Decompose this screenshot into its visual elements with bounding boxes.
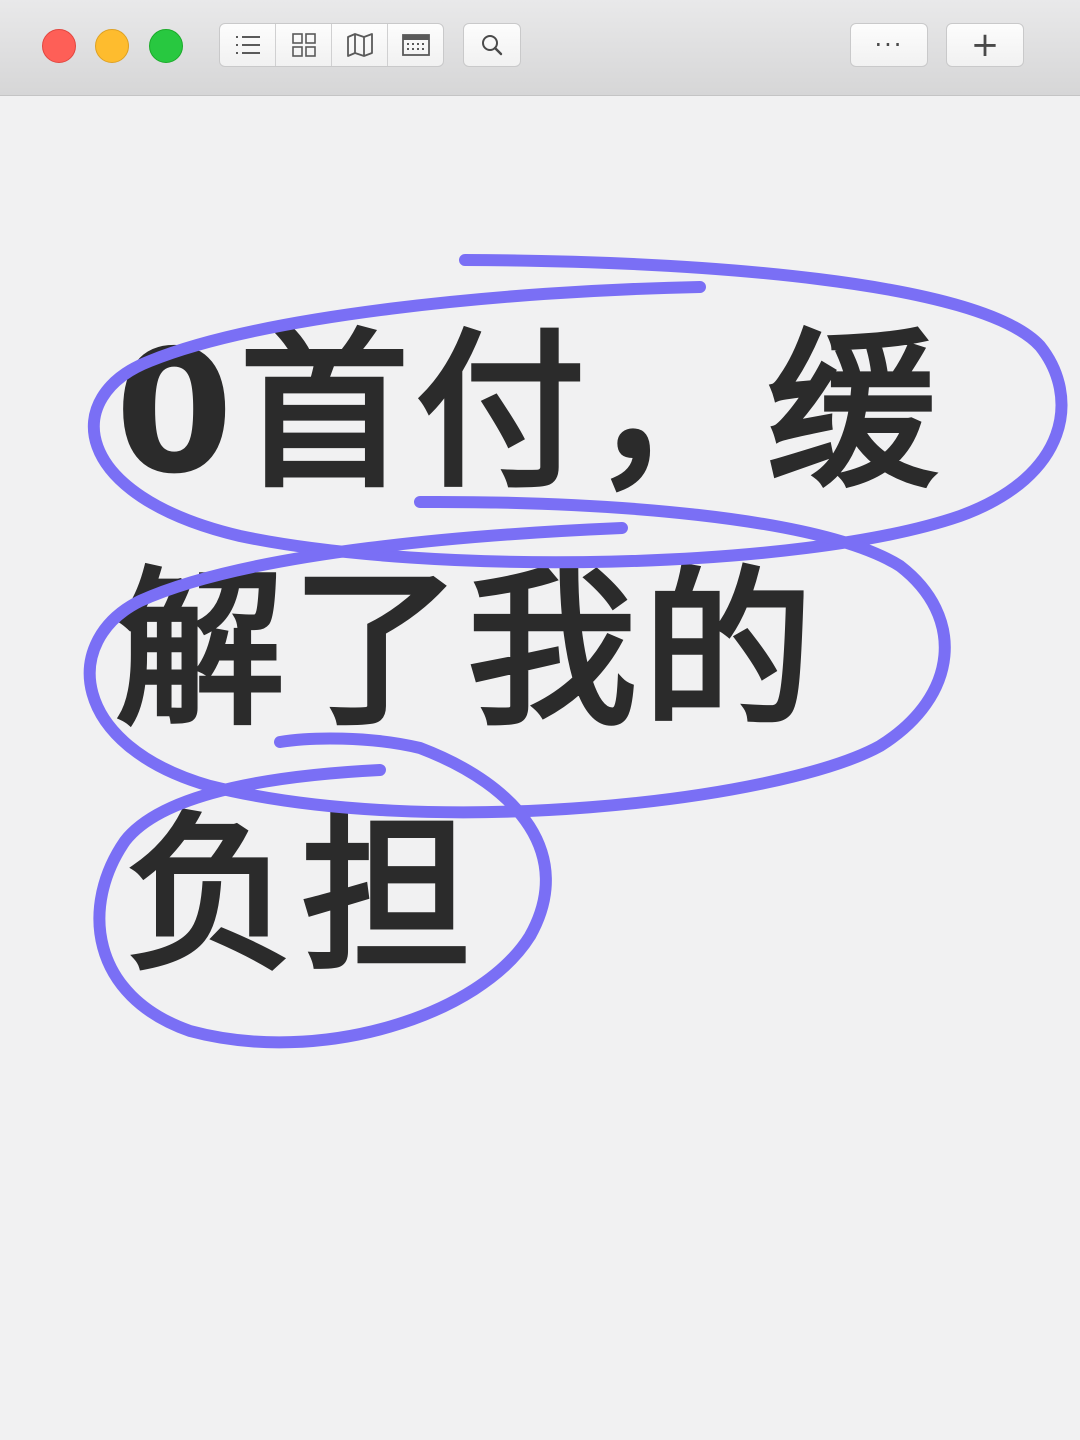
note-canvas[interactable]: 0首付，缓 解了我的 负担 xyxy=(0,96,1080,1440)
calendar-icon xyxy=(401,34,430,56)
grid-view-button[interactable] xyxy=(276,24,332,66)
close-button[interactable] xyxy=(42,29,76,63)
more-icon: ··· xyxy=(874,31,904,59)
highlight-loops xyxy=(83,254,1068,1049)
plus-icon: + xyxy=(970,25,1000,65)
search-icon xyxy=(482,35,503,56)
note-line-2: 解了我的 xyxy=(115,552,820,750)
map-icon xyxy=(346,33,373,57)
map-view-button[interactable] xyxy=(332,24,388,66)
add-note-button[interactable]: + xyxy=(946,23,1024,67)
list-view-button[interactable] xyxy=(220,24,276,66)
view-switcher xyxy=(219,23,444,67)
grid-icon xyxy=(291,33,316,57)
note-line-3: 负担 xyxy=(125,797,478,995)
note-line-1: 0首付，缓 xyxy=(115,314,944,512)
window-titlebar: ··· + xyxy=(0,0,1080,96)
list-icon xyxy=(235,36,260,54)
minimize-button[interactable] xyxy=(95,29,129,63)
calendar-view-button[interactable] xyxy=(388,24,443,66)
more-button[interactable]: ··· xyxy=(850,23,928,67)
search-button[interactable] xyxy=(463,23,521,67)
zoom-button[interactable] xyxy=(149,29,183,63)
